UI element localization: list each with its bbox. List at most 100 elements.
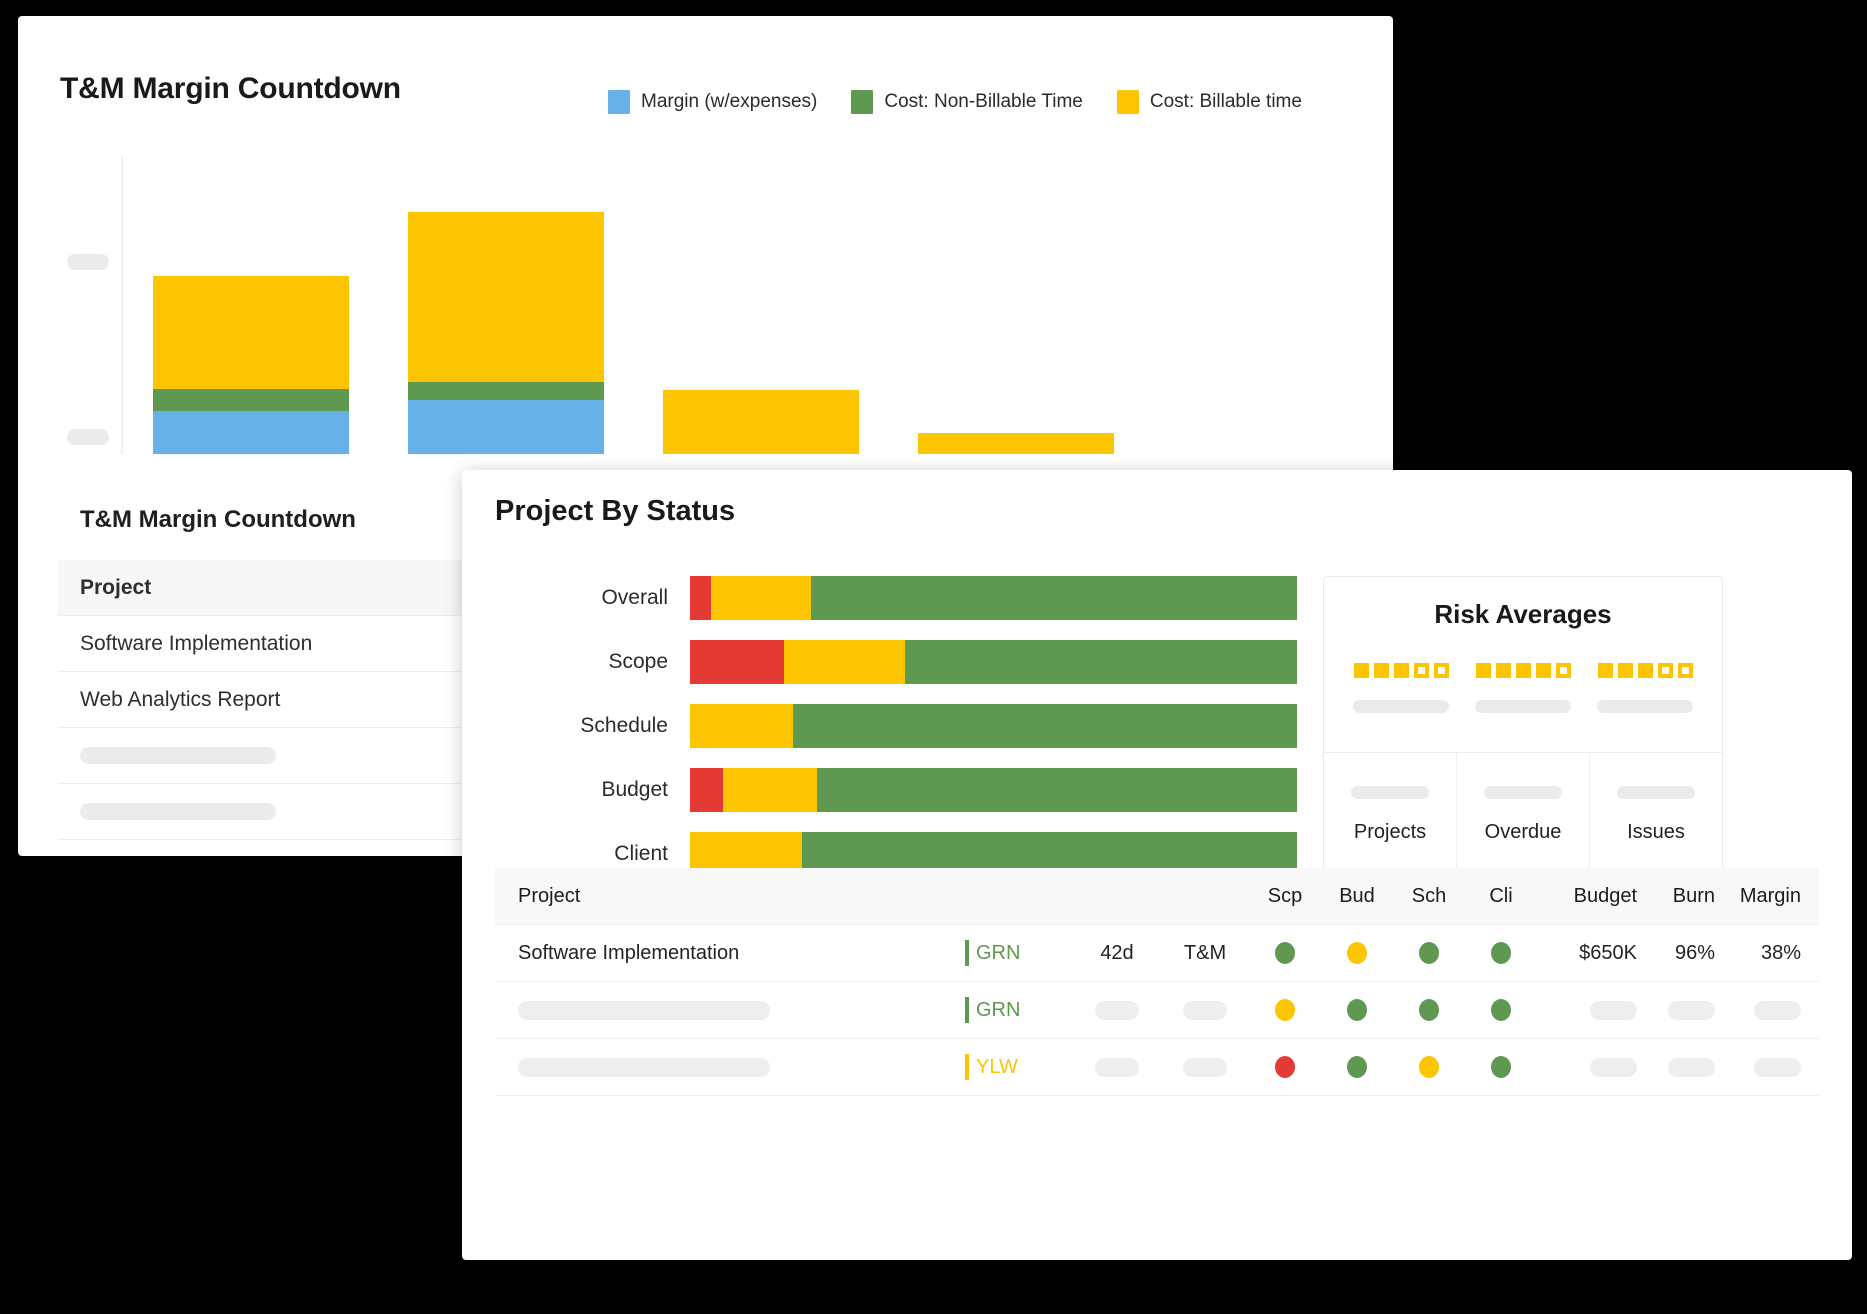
skeleton-bar [1590,1000,1637,1020]
cell-status-dot [1321,942,1393,964]
rating-square-filled-icon [1617,663,1633,678]
status-bar-segment [784,639,906,684]
legend-swatch-icon [851,90,874,114]
skeleton-bar [1353,700,1449,713]
margin-chart-plot [18,134,1393,454]
cell-status-dot [1465,942,1537,964]
page-title: T&M Margin Countdown [60,72,401,105]
table-row[interactable]: GRN [495,982,1819,1039]
status-bar-row: Scope [490,636,1297,687]
stacked-column[interactable] [917,433,1114,454]
cell-project [495,1000,965,1020]
legend-swatch-icon [608,90,630,114]
risk-stat-label: Overdue [1484,821,1562,843]
cell-burn: 96% [1674,941,1715,964]
status-card-body: Overall Scope Schedule Budget Client Risk Av… [462,550,1852,892]
status-bar-label: Budget [601,777,668,801]
cell-status-flag: GRN [965,940,1073,966]
status-bar-segment [690,639,785,684]
legend-label: Cost: Non-Billable Time [884,91,1083,112]
cell-status-flag: YLW [965,1054,1073,1080]
cell-budget [1537,1000,1637,1020]
status-dot-icon [1275,942,1295,964]
column-header-bud[interactable]: Bud [1321,885,1393,908]
status-bar-segment [905,639,1297,684]
rating-square-filled-icon [1535,663,1551,678]
stacked-column[interactable] [152,276,349,454]
column-header-scp[interactable]: Scp [1249,885,1321,908]
cell-status-dot [1249,999,1321,1021]
status-bar-segment [690,575,712,620]
column-header-budget[interactable]: Budget [1537,885,1637,908]
table-row[interactable]: Software Implementation GRN 42d T&M $650K 96%… [495,925,1819,982]
risk-stat[interactable]: Issues [1590,753,1722,877]
column-header-cli[interactable]: Cli [1465,885,1537,908]
status-dot-icon [1347,942,1367,964]
table-row[interactable]: YLW [495,1039,1819,1096]
risk-stats-row: Projects Overdue Issues [1324,752,1722,877]
status-dot-icon [1275,1056,1295,1078]
cell-margin: 38% [1760,941,1801,964]
legend-item[interactable]: Cost: Non-Billable Time [851,90,1083,114]
status-bar-track[interactable] [690,575,1297,620]
risk-rating-squares [1353,663,1449,678]
skeleton-bar [1668,1000,1715,1020]
status-bar-segment [723,767,818,812]
stacked-column[interactable] [662,390,859,454]
cell-days: 42d [1100,941,1134,964]
skeleton-bar [80,803,276,820]
stacked-column[interactable] [407,211,604,454]
cell-days [1073,1000,1161,1020]
status-bar-row: Overall [490,572,1297,623]
skeleton-bar [80,747,276,764]
rating-square-empty-icon [1413,663,1429,678]
table-header-row: Project Scp Bud Sch Cli Budget Burn Margin [495,868,1819,925]
status-dot-icon [1419,999,1439,1021]
y-axis-bottom-skeleton [67,429,109,445]
rating-square-filled-icon [1637,663,1653,678]
screen-root: T&M Margin Countdown Margin (w/expenses)… [0,0,1867,1314]
risk-rating-groups [1324,630,1722,713]
cell-margin [1715,1000,1803,1020]
column-header-margin[interactable]: Margin [1715,885,1803,908]
risk-averages-panel: Risk Averages Projects Overdue Issues [1323,576,1723,878]
column-slot [123,156,378,454]
column-header-sch[interactable]: Sch [1393,885,1465,908]
legend-item[interactable]: Cost: Billable time [1116,90,1302,114]
risk-rating-squares [1475,663,1571,678]
risk-stat[interactable]: Projects [1324,753,1457,877]
rating-square-filled-icon [1393,663,1409,678]
skeleton-bar [1754,1000,1801,1020]
margin-card-header: T&M Margin Countdown Margin (w/expenses)… [18,16,1393,128]
skeleton-bar [1095,1057,1139,1077]
cell-burn [1637,1000,1715,1020]
column-segment [152,389,349,412]
risk-stat[interactable]: Overdue [1457,753,1590,877]
status-bar-track[interactable] [690,639,1297,684]
cell-status-dot [1465,1056,1537,1078]
cell-status-dot [1465,999,1537,1021]
skeleton-bar [1484,786,1562,799]
risk-rating-group [1353,663,1449,713]
column-segment [662,390,859,454]
status-bar-track[interactable] [690,767,1297,812]
risk-rating-group [1475,663,1571,713]
column-header-project[interactable]: Project [495,885,965,908]
skeleton-bar [1754,1057,1801,1077]
flag-marker-icon [965,940,969,966]
cell-status-dot [1393,1056,1465,1078]
column-header-burn[interactable]: Burn [1637,885,1715,908]
column-slot [888,156,1143,454]
status-dot-icon [1347,1056,1367,1078]
status-bar-track[interactable] [690,703,1297,748]
cell-status-dot [1249,1056,1321,1078]
status-bar-label: Overall [601,585,668,609]
cell-budget [1537,1057,1637,1077]
status-bar-segment [690,703,794,748]
column-segment [407,211,604,382]
rating-square-empty-icon [1677,663,1693,678]
cell-status-dot [1249,942,1321,964]
rating-square-filled-icon [1515,663,1531,678]
legend-item[interactable]: Margin (w/expenses) [608,90,817,114]
cell-burn [1637,1057,1715,1077]
